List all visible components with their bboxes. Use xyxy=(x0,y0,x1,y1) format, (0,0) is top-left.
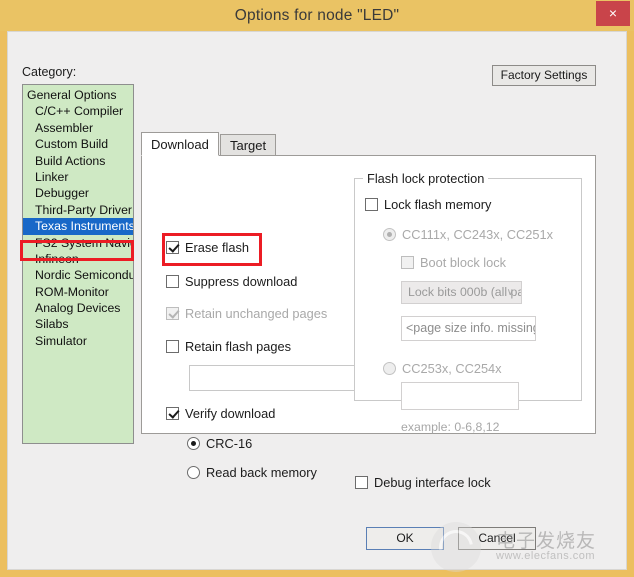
example-hint: example: 0-6,8,12 xyxy=(401,420,500,434)
flash-lock-protection-title: Flash lock protection xyxy=(363,171,489,186)
cc111x-label: CC111x, CC243x, CC251x xyxy=(402,227,554,242)
lock-bits-dropdown[interactable]: Lock bits 000b (all pag ∨ xyxy=(401,281,522,304)
radio-circle xyxy=(187,437,200,450)
erase-flash-label: Erase flash xyxy=(185,240,250,255)
category-item[interactable]: Analog Devices xyxy=(23,300,133,316)
debug-interface-lock-label: Debug interface lock xyxy=(374,475,491,490)
window-title: Options for node "LED" xyxy=(234,7,400,24)
verify-download-label: Verify download xyxy=(185,406,276,421)
checkbox-box xyxy=(355,476,368,489)
category-item[interactable]: ROM-Monitor xyxy=(23,284,133,300)
retain-flash-pages-label: Retain flash pages xyxy=(185,339,291,354)
category-item[interactable]: Infineon xyxy=(23,251,133,267)
retain-unchanged-pages-label: Retain unchanged pages xyxy=(185,306,328,321)
read-back-memory-label: Read back memory xyxy=(206,465,317,480)
category-item[interactable]: FS2 System Navigà xyxy=(23,235,133,251)
category-item[interactable]: Third-Party Driver xyxy=(23,202,133,218)
title-bar: Options for node "LED" × xyxy=(0,0,634,31)
cancel-button[interactable]: Cancel xyxy=(458,527,536,550)
erase-flash-checkbox[interactable]: Erase flash xyxy=(166,240,249,255)
category-item[interactable]: Build Actions xyxy=(23,153,133,169)
suppress-download-label: Suppress download xyxy=(185,274,298,289)
category-item[interactable]: Custom Build xyxy=(23,136,133,152)
cc253x-radio: CC253x, CC254x xyxy=(383,361,502,376)
lock-flash-memory-label: Lock flash memory xyxy=(384,197,492,212)
checkbox-box xyxy=(166,241,179,254)
category-item[interactable]: Assembler xyxy=(23,120,133,136)
retain-flash-pages-checkbox[interactable]: Retain flash pages xyxy=(166,339,291,354)
tab-target[interactable]: Target xyxy=(220,134,277,156)
retain-flash-pages-input[interactable] xyxy=(189,365,355,391)
radio-circle xyxy=(383,362,396,375)
boot-block-lock-label: Boot block lock xyxy=(420,255,507,270)
category-item[interactable]: Debugger xyxy=(23,185,133,201)
category-label: Category: xyxy=(22,65,77,79)
suppress-download-checkbox[interactable]: Suppress download xyxy=(166,274,297,289)
options-panel: Factory Settings Download Target Erase f… xyxy=(141,65,596,490)
ok-button[interactable]: OK xyxy=(366,527,444,550)
category-item[interactable]: Texas Instruments xyxy=(23,218,133,235)
read-back-memory-radio[interactable]: Read back memory xyxy=(187,465,317,480)
pages-input[interactable] xyxy=(401,382,519,410)
radio-circle xyxy=(383,228,396,241)
dialog-body: Category: General Options C/C++ Compiler A… xyxy=(7,31,627,570)
boot-block-lock-checkbox: Boot block lock xyxy=(401,255,506,270)
dialog-window: Options for node "LED" × Category: Gener… xyxy=(0,0,634,577)
category-item[interactable]: Simulator xyxy=(23,333,133,349)
category-item[interactable]: General Options xyxy=(23,87,133,103)
category-list[interactable]: General Options C/C++ Compiler Assembler Cu… xyxy=(22,84,134,444)
crc16-label: CRC-16 xyxy=(206,436,253,451)
close-icon[interactable]: × xyxy=(596,1,630,26)
download-tab-panel: Erase flash Suppress download Retain unc… xyxy=(141,155,596,490)
checkbox-box xyxy=(166,307,179,320)
category-item[interactable]: Linker xyxy=(23,169,133,185)
cc253x-label: CC253x, CC254x xyxy=(402,361,502,376)
checkbox-box xyxy=(166,340,179,353)
checkbox-box xyxy=(401,256,414,269)
tab-download[interactable]: Download xyxy=(141,132,219,156)
category-item[interactable]: C/C++ Compiler xyxy=(23,103,133,119)
radio-circle xyxy=(187,466,200,479)
checkbox-box xyxy=(365,198,378,211)
retain-unchanged-pages-checkbox: Retain unchanged pages xyxy=(166,306,327,321)
factory-settings-button[interactable]: Factory Settings xyxy=(492,65,596,86)
category-item[interactable]: Nordic Semiconduc xyxy=(23,267,133,283)
verify-download-checkbox[interactable]: Verify download xyxy=(166,406,275,421)
lock-flash-memory-checkbox[interactable]: Lock flash memory xyxy=(365,197,491,212)
checkbox-box xyxy=(166,407,179,420)
page-size-info-field[interactable]: <page size info. missing> xyxy=(401,316,536,341)
crc16-radio[interactable]: CRC-16 xyxy=(187,436,252,451)
flash-lock-protection-group: Flash lock protection Lock flash memory … xyxy=(354,171,582,434)
lock-bits-value: Lock bits 000b (all pag xyxy=(408,285,522,299)
cc111x-radio: CC111x, CC243x, CC251x xyxy=(383,227,553,242)
category-item[interactable]: Silabs xyxy=(23,316,133,332)
chevron-down-icon: ∨ xyxy=(506,287,514,298)
checkbox-box xyxy=(166,275,179,288)
debug-interface-lock-checkbox[interactable]: Debug interface lock xyxy=(355,475,491,490)
